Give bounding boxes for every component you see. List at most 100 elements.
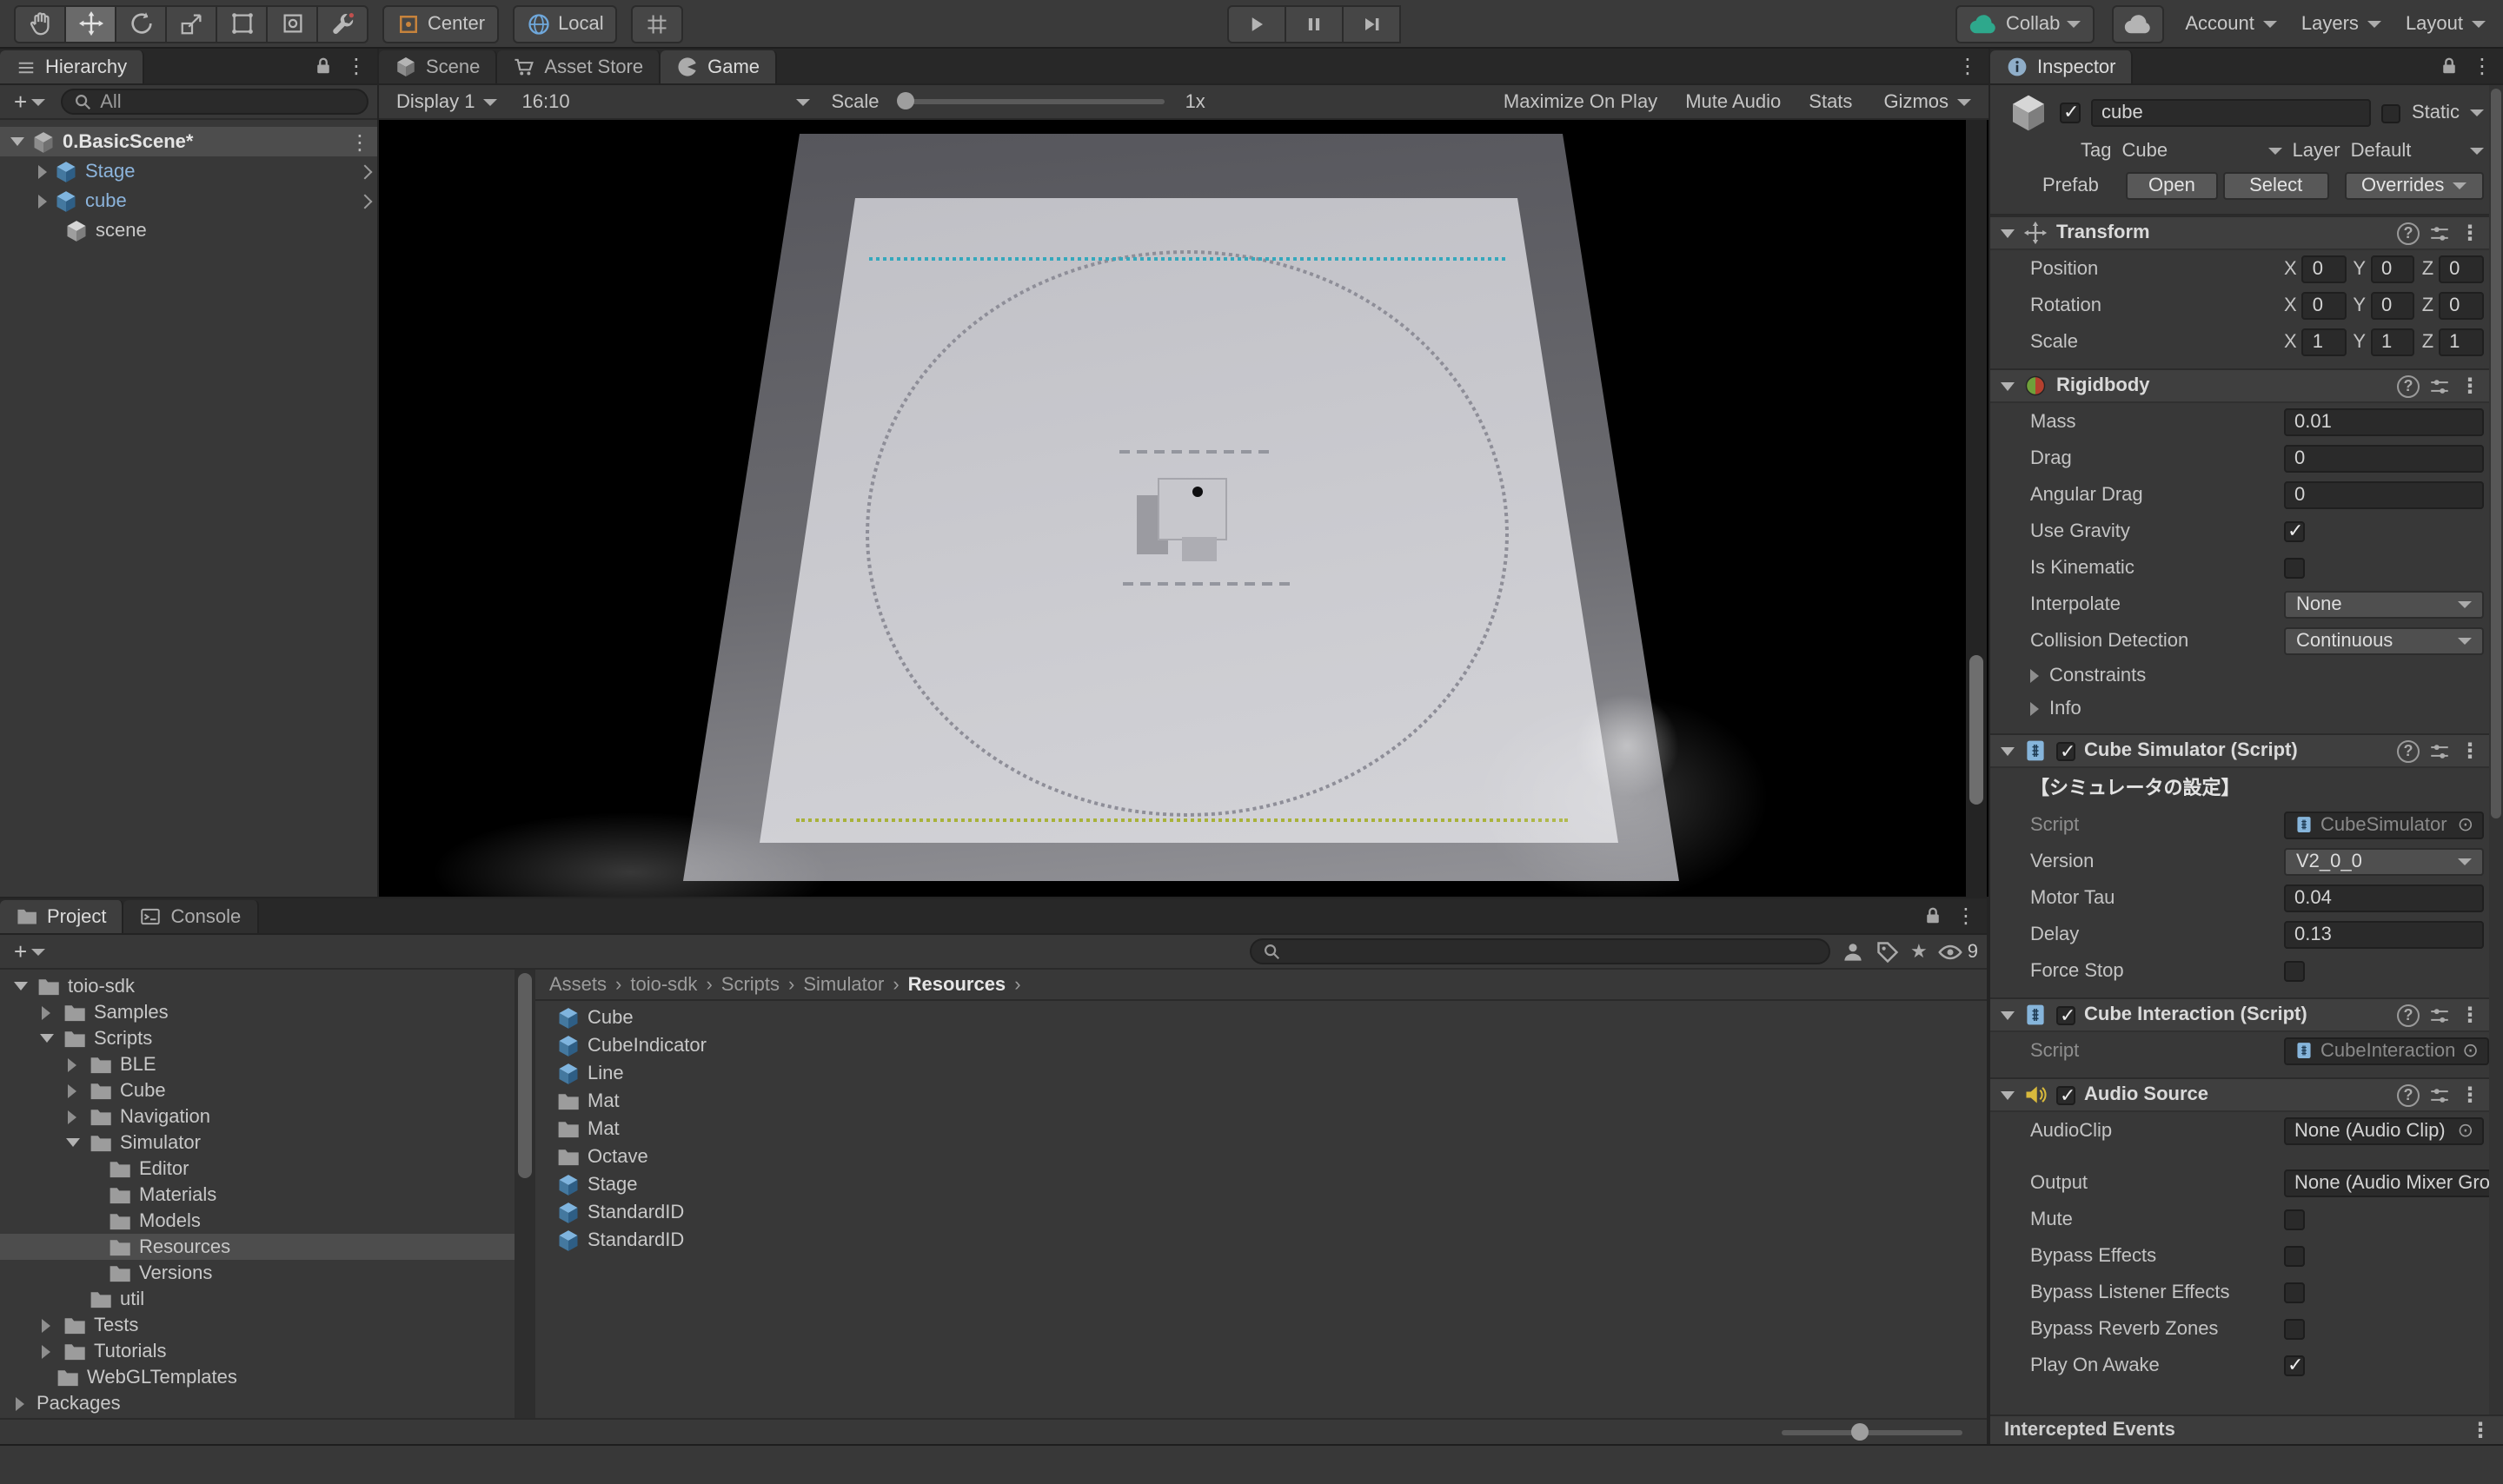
- game-vertical-scrollbar[interactable]: [1966, 120, 1987, 897]
- bypass-reverb-checkbox[interactable]: [2284, 1318, 2305, 1339]
- foldout-open-icon[interactable]: [39, 1034, 53, 1043]
- static-dropdown-icon[interactable]: [2470, 109, 2484, 116]
- gizmos-dropdown[interactable]: Gizmos: [1880, 91, 1975, 112]
- scene-kebab-icon[interactable]: ⋮: [349, 131, 370, 152]
- transform-component-header[interactable]: Transform ? ⋮: [1990, 215, 2491, 250]
- prefab-open-chevron-icon[interactable]: [358, 194, 373, 209]
- tab-hierarchy[interactable]: Hierarchy: [0, 50, 144, 83]
- mute-checkbox[interactable]: [2284, 1209, 2305, 1229]
- project-folder-simulator[interactable]: Simulator: [0, 1130, 515, 1156]
- rotation-z-field[interactable]: 0: [2439, 291, 2484, 319]
- info-foldout[interactable]: Info: [1990, 692, 2491, 725]
- scale-tool-button[interactable]: [165, 4, 217, 43]
- hierarchy-item-scene-header[interactable]: 0.BasicScene* ⋮: [0, 127, 377, 156]
- hierarchy-menu-kebab-icon[interactable]: ⋮: [346, 55, 367, 76]
- lock-icon[interactable]: [313, 55, 334, 76]
- presets-icon[interactable]: [2428, 1004, 2451, 1026]
- move-tool-button[interactable]: [64, 4, 116, 43]
- project-folder-packages[interactable]: Packages: [0, 1390, 515, 1416]
- project-file-line[interactable]: Line: [535, 1060, 1987, 1088]
- grid-snapping-button[interactable]: [632, 4, 684, 43]
- intercepted-events-header[interactable]: Intercepted Events ⋮: [1990, 1414, 2503, 1444]
- project-folder-editor[interactable]: Editor: [0, 1156, 515, 1182]
- prefab-open-button[interactable]: Open: [2126, 172, 2218, 200]
- cube-simulator-component-header[interactable]: Cube Simulator (Script) ? ⋮: [1990, 733, 2491, 768]
- tag-dropdown[interactable]: Cube: [2122, 141, 2282, 162]
- rotation-y-field[interactable]: 0: [2371, 291, 2415, 319]
- project-file-stage[interactable]: Stage: [535, 1171, 1987, 1199]
- is-kinematic-checkbox[interactable]: [2284, 557, 2305, 578]
- scale-z-field[interactable]: 1: [2439, 328, 2484, 355]
- foldout-closed-icon[interactable]: [68, 1110, 76, 1123]
- project-folder-mat[interactable]: Mat: [535, 1088, 1987, 1116]
- aspect-ratio-dropdown[interactable]: 16:10: [522, 91, 811, 112]
- lock-icon[interactable]: [2439, 55, 2460, 76]
- project-search-input[interactable]: [1250, 938, 1830, 964]
- breadcrumb-item[interactable]: toio-sdk: [630, 974, 697, 995]
- game-viewport[interactable]: [379, 120, 1988, 897]
- interpolate-dropdown[interactable]: None: [2284, 590, 2484, 618]
- foldout-open-icon[interactable]: [10, 137, 24, 146]
- scale-x-field[interactable]: 1: [2302, 328, 2347, 355]
- foldout-open-icon[interactable]: [2001, 746, 2015, 755]
- position-y-field[interactable]: 0: [2371, 255, 2415, 282]
- tab-asset-store[interactable]: Asset Store: [497, 50, 661, 83]
- foldout-closed-icon[interactable]: [68, 1057, 76, 1071]
- breadcrumb-item[interactable]: Assets: [549, 974, 607, 995]
- script-object-field[interactable]: CubeSimulator ⊙: [2284, 811, 2484, 838]
- force-stop-checkbox[interactable]: [2284, 960, 2305, 981]
- custom-tool-button[interactable]: [316, 4, 368, 43]
- component-enabled-checkbox[interactable]: [2056, 1085, 2075, 1104]
- breadcrumb-item-current[interactable]: Resources: [908, 974, 1006, 995]
- scale-slider[interactable]: [900, 99, 1165, 104]
- icon-size-slider[interactable]: [1782, 1430, 1962, 1435]
- scrollbar-thumb[interactable]: [1969, 655, 1983, 805]
- scale-slider-handle[interactable]: [897, 92, 914, 109]
- rigidbody-component-header[interactable]: Rigidbody ? ⋮: [1990, 368, 2491, 403]
- help-icon[interactable]: ?: [2397, 1004, 2420, 1026]
- project-folder-samples[interactable]: Samples: [0, 999, 515, 1025]
- project-menu-kebab-icon[interactable]: ⋮: [1955, 904, 1976, 925]
- project-folder-ble[interactable]: BLE: [0, 1051, 515, 1077]
- layer-dropdown[interactable]: Default: [2351, 141, 2484, 162]
- hierarchy-item-stage[interactable]: Stage: [0, 156, 377, 186]
- transform-tool-button[interactable]: [266, 4, 318, 43]
- hidden-packages-toggle[interactable]: 9: [1938, 939, 1978, 964]
- tab-scene[interactable]: Scene: [379, 50, 497, 83]
- foldout-closed-icon[interactable]: [42, 1344, 50, 1358]
- foldout-closed-icon[interactable]: [68, 1083, 76, 1097]
- version-dropdown[interactable]: V2_0_0: [2284, 847, 2484, 875]
- project-folder-materials[interactable]: Materials: [0, 1182, 515, 1208]
- project-folder-cube[interactable]: Cube: [0, 1077, 515, 1103]
- position-x-field[interactable]: 0: [2302, 255, 2347, 282]
- scrollbar-thumb[interactable]: [2491, 89, 2501, 818]
- inspector-menu-kebab-icon[interactable]: ⋮: [2472, 55, 2493, 76]
- project-folder-navigation[interactable]: Navigation: [0, 1103, 515, 1130]
- foldout-closed-icon[interactable]: [42, 1318, 50, 1332]
- tab-inspector[interactable]: Inspector: [1990, 50, 2134, 83]
- layout-dropdown[interactable]: Layout: [2402, 13, 2489, 34]
- project-file-standardid[interactable]: StandardID: [535, 1199, 1987, 1227]
- delay-field[interactable]: 0.13: [2284, 920, 2484, 948]
- project-folder-octave[interactable]: Octave: [535, 1143, 1987, 1171]
- project-folder-webgltemplates[interactable]: WebGLTemplates: [0, 1364, 515, 1390]
- pivot-mode-button[interactable]: Center: [382, 4, 499, 43]
- layers-dropdown[interactable]: Layers: [2298, 13, 2385, 34]
- object-picker-icon[interactable]: ⊙: [2458, 813, 2473, 836]
- position-z-field[interactable]: 0: [2439, 255, 2484, 282]
- breadcrumb-item[interactable]: Scripts: [721, 974, 780, 995]
- constraints-foldout[interactable]: Constraints: [1990, 659, 2491, 692]
- project-folder-tutorials[interactable]: Tutorials: [0, 1338, 515, 1364]
- component-kebab-icon[interactable]: ⋮: [2460, 740, 2480, 761]
- step-button[interactable]: [1342, 4, 1401, 43]
- collision-detection-dropdown[interactable]: Continuous: [2284, 626, 2484, 654]
- foldout-closed-icon[interactable]: [16, 1396, 24, 1410]
- foldout-closed-icon[interactable]: [42, 1005, 50, 1019]
- project-folder-versions[interactable]: Versions: [0, 1260, 515, 1286]
- help-icon[interactable]: ?: [2397, 374, 2420, 397]
- collab-dropdown[interactable]: Collab: [1955, 4, 2095, 43]
- play-on-awake-checkbox[interactable]: [2284, 1355, 2305, 1375]
- foldout-open-icon[interactable]: [2001, 381, 2015, 390]
- foldout-open-icon[interactable]: [2001, 229, 2015, 237]
- project-folder-util[interactable]: util: [0, 1286, 515, 1312]
